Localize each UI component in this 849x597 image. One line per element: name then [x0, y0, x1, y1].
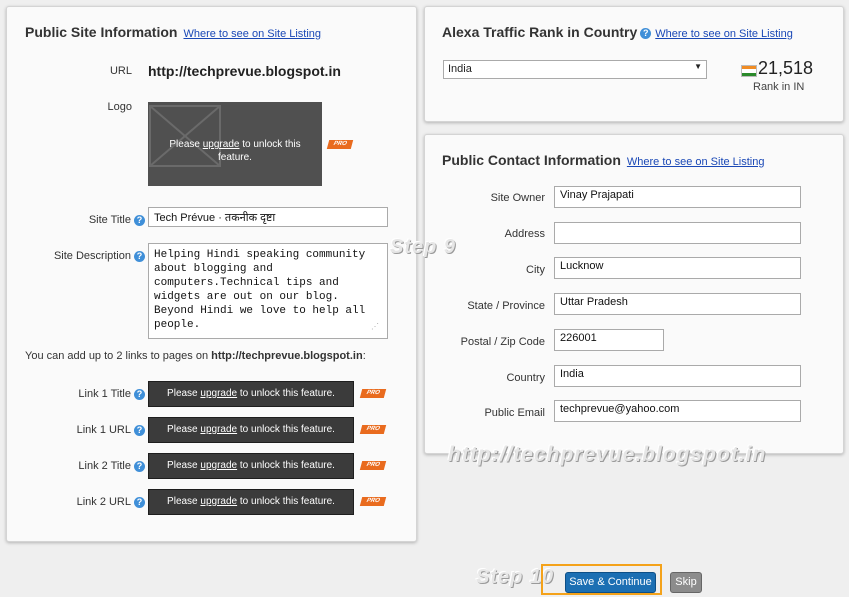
lock-text-post: to unlock this feature.	[237, 496, 335, 507]
site-title-label: Site Title?	[27, 214, 145, 226]
link2-title-label: Link 2 Title?	[27, 460, 145, 472]
where-to-see-link-site[interactable]: Where to see on Site Listing	[183, 28, 321, 40]
country-select-value: India	[448, 63, 472, 75]
link1-url-locked: Please upgrade to unlock this feature.	[148, 417, 354, 443]
lock-text-pre: Please	[169, 139, 203, 150]
help-icon[interactable]: ?	[134, 496, 145, 508]
lock-text-pre: Please	[167, 460, 201, 471]
links-note: You can add up to 2 links to pages on ht…	[25, 350, 366, 362]
lock-text-post: to unlock this feature.	[237, 388, 335, 399]
logo-label: Logo	[107, 101, 132, 113]
link2-title-locked: Please upgrade to unlock this feature.	[148, 453, 354, 479]
address-input[interactable]	[554, 222, 801, 244]
links-note-pre: You can add up to 2 links to pages on	[25, 350, 212, 362]
pro-badge-logo: PRO	[326, 140, 354, 149]
upgrade-link-logo[interactable]: upgrade	[203, 139, 240, 150]
help-icon[interactable]: ?	[134, 388, 145, 400]
resize-grip-icon[interactable]: ⋰	[371, 322, 381, 332]
site-title-input[interactable]: Tech Prévue · तकनीक दृष्टा	[148, 207, 388, 227]
city-input[interactable]: Lucknow	[554, 257, 801, 279]
link2-title-label-text: Link 2 Title	[78, 460, 131, 472]
state-province-input[interactable]: Uttar Pradesh	[554, 293, 801, 315]
alexa-rank-label: Rank in IN	[753, 81, 805, 93]
chevron-down-icon: ▼	[694, 62, 702, 71]
lock-text-post: to unlock this feature.	[237, 424, 335, 435]
help-icon[interactable]: ?	[134, 250, 145, 262]
public-site-title: Public Site Information Where to see on S…	[25, 24, 321, 40]
public-email-label: Public Email	[484, 407, 545, 419]
upgrade-link[interactable]: upgrade	[200, 424, 237, 435]
country-select[interactable]: India ▼	[443, 60, 707, 79]
links-note-post: :	[362, 350, 366, 362]
pro-badge: PRO	[359, 497, 387, 506]
site-owner-label: Site Owner	[490, 192, 545, 204]
alexa-panel: Alexa Traffic Rank in Country? Where to s…	[424, 6, 844, 122]
postal-code-input[interactable]: 226001	[554, 329, 664, 351]
contact-title: Public Contact Information Where to see o…	[442, 152, 764, 168]
lock-text-pre: Please	[167, 388, 201, 399]
where-to-see-link-alexa[interactable]: Where to see on Site Listing	[655, 28, 793, 40]
lock-text-pre: Please	[167, 424, 201, 435]
lock-text-post: to unlock this feature.	[237, 460, 335, 471]
url-label: URL	[109, 65, 132, 77]
link1-title-label-text: Link 1 Title	[78, 388, 131, 400]
country-label: Country	[506, 372, 545, 384]
public-site-heading: Public Site Information	[25, 24, 178, 40]
url-watermark: http://techprevue.blogspot.in	[448, 443, 767, 466]
link1-title-label: Link 1 Title?	[27, 388, 145, 400]
help-icon[interactable]: ?	[640, 27, 652, 39]
alexa-heading: Alexa Traffic Rank in Country	[442, 24, 638, 40]
logo-lock-message: Please upgrade to unlock this feature.	[158, 138, 312, 164]
site-description-label-text: Site Description	[53, 250, 131, 262]
postal-code-label: Postal / Zip Code	[460, 336, 545, 348]
where-to-see-link-contact[interactable]: Where to see on Site Listing	[627, 156, 765, 168]
pro-badge: PRO	[359, 425, 387, 434]
step9-watermark: Step 9	[390, 236, 457, 258]
link1-url-label: Link 1 URL?	[27, 424, 145, 436]
save-continue-button[interactable]: Save & Continue	[565, 572, 656, 593]
help-icon[interactable]: ?	[134, 424, 145, 436]
public-site-panel: Public Site Information Where to see on S…	[6, 6, 417, 542]
country-input[interactable]: India	[554, 365, 801, 387]
help-icon[interactable]: ?	[134, 460, 145, 472]
skip-button[interactable]: Skip	[670, 572, 702, 593]
logo-locked-box: Please upgrade to unlock this feature.	[148, 102, 322, 186]
site-description-label: Site Description?	[27, 250, 145, 262]
upgrade-link[interactable]: upgrade	[200, 388, 237, 399]
site-title-label-text: Site Title	[88, 214, 131, 226]
india-flag-icon	[741, 65, 757, 77]
links-note-url: http://techprevue.blogspot.in	[211, 350, 363, 362]
state-province-label: State / Province	[467, 300, 545, 312]
public-contact-panel: Public Contact Information Where to see o…	[424, 134, 844, 454]
link1-url-label-text: Link 1 URL	[76, 424, 131, 436]
public-email-input[interactable]: techprevue@yahoo.com	[554, 400, 801, 422]
city-label: City	[526, 264, 545, 276]
upgrade-link[interactable]: upgrade	[200, 496, 237, 507]
site-owner-input[interactable]: Vinay Prajapati	[554, 186, 801, 208]
site-description-textarea[interactable]: Helping Hindi speaking community about b…	[148, 243, 388, 339]
help-icon[interactable]: ?	[134, 214, 145, 226]
url-value: http://techprevue.blogspot.in	[148, 63, 341, 79]
alexa-title: Alexa Traffic Rank in Country? Where to s…	[442, 24, 793, 40]
lock-text-pre: Please	[167, 496, 201, 507]
link2-url-locked: Please upgrade to unlock this feature.	[148, 489, 354, 515]
contact-heading: Public Contact Information	[442, 152, 621, 168]
upgrade-link[interactable]: upgrade	[200, 460, 237, 471]
link1-title-locked: Please upgrade to unlock this feature.	[148, 381, 354, 407]
pro-badge: PRO	[359, 461, 387, 470]
link2-url-label-text: Link 2 URL	[76, 496, 131, 508]
link2-url-label: Link 2 URL?	[27, 496, 145, 508]
alexa-rank-value: 21,518	[758, 58, 814, 78]
pro-badge: PRO	[359, 389, 387, 398]
